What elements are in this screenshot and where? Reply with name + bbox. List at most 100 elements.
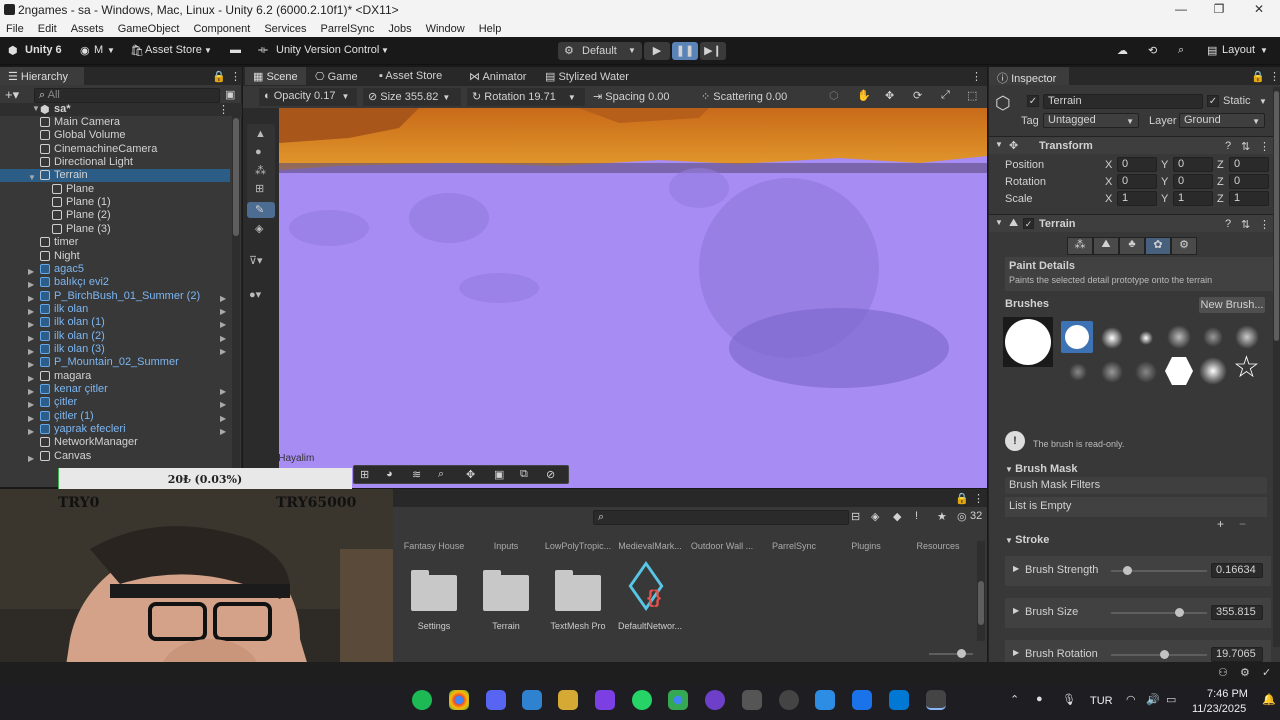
hierarchy-item[interactable]: NetworkManager [0,436,230,449]
chrome-icon[interactable] [449,690,469,710]
chrome-profile-icon[interactable] [668,690,688,710]
close-button[interactable]: ✕ [1244,2,1274,18]
paint-texture-icon[interactable]: ● [255,146,262,158]
active-checkbox[interactable]: ✓ [1027,95,1039,107]
spotify-icon[interactable] [412,690,432,710]
sculpt-icon[interactable]: ⛰ [1093,237,1119,255]
transform-header[interactable]: ▼ ✥ Transform ? ⇅ ⋮ [989,136,1280,154]
transform-y-field[interactable]: 1 [1173,191,1213,206]
save-icon[interactable]: ▣ [494,468,504,481]
grid-icon[interactable]: ⊞ [360,468,369,481]
save-search-icon[interactable]: ⊟ [851,510,860,523]
stroke-header[interactable]: ▼ Stroke [1005,534,1049,546]
opacity-dropdown[interactable]: ◐ Opacity 0.17 ▼ [259,88,357,106]
scrollbar-thumb[interactable] [1274,91,1279,341]
preset-icon[interactable]: ⇅ [1241,140,1250,153]
history-icon[interactable]: ⟲ [1148,44,1157,57]
tag-dropdown[interactable]: Untagged ▼ [1043,113,1139,128]
remove-filter-button[interactable]: − [1239,517,1246,531]
hierarchy-item[interactable]: Plane (1) [0,196,230,209]
project-folder-label[interactable]: LowPolyTropic... [543,541,613,551]
menu-services[interactable]: Services [264,23,306,35]
visibility-icon[interactable]: ◎ [957,510,967,523]
scrollbar-thumb[interactable] [233,118,239,236]
layout-dropdown[interactable]: Layout [1222,44,1255,56]
warning-icon[interactable]: ! [915,510,918,522]
brush-rotation-slider[interactable] [1111,650,1207,659]
chevron-down-icon[interactable]: ▼ [1259,97,1267,106]
move-tool-icon[interactable]: ✥ [885,89,894,102]
brush-cloud[interactable] [1167,325,1191,349]
layer-dropdown[interactable]: Ground ▼ [1179,113,1265,128]
hierarchy-item[interactable]: Main Camera [0,116,230,129]
grid-icon[interactable]: ⊞ [255,182,264,195]
hierarchy-item[interactable]: ▶ yaprak efecleri ▶ [0,423,230,436]
fold-arrow-icon[interactable]: ▶ [1013,606,1019,615]
brush-star[interactable]: ☆ [1233,353,1260,383]
github-icon[interactable] [705,690,725,710]
tab-game[interactable]: ⎔ Game [315,70,358,83]
fold-arrow-icon[interactable]: ▶ [1013,564,1019,573]
object-name-field[interactable]: Terrain [1043,94,1203,109]
brush-soft[interactable] [1101,327,1123,349]
help-icon[interactable]: ? [1225,140,1231,152]
scene-viewport[interactable]: 1.25cc Motor Hayalim [279,108,987,488]
hierarchy-item[interactable]: ▶ P_BirchBush_01_Summer (2) ▶ [0,290,230,303]
hierarchy-item[interactable]: ▼ Terrain [0,169,230,183]
unity-version-button[interactable]: Unity 6 [25,44,62,56]
rotation-dropdown[interactable]: ↻ Rotation 19.71 ▼ [467,88,585,106]
volume-icon[interactable]: 🔊 [1146,693,1160,706]
hierarchy-scrollbar[interactable] [232,116,240,486]
app-icon[interactable] [815,690,835,710]
menu-help[interactable]: Help [479,23,502,35]
more-icon[interactable]: ⋮ [971,70,982,83]
menu-icon[interactable]: ▬ [230,44,241,56]
paint-details-icon[interactable]: ✿ [1145,237,1171,255]
project-folder-label[interactable]: ParrelSync [759,541,829,551]
hierarchy-item[interactable]: ▶ çitler (1) ▶ [0,410,230,423]
trees-icon[interactable]: ⁂ [255,164,266,177]
add-button[interactable]: +▾ [5,87,19,103]
hierarchy-item[interactable]: ▶ balıkçı evi2 [0,276,230,289]
tab-scene[interactable]: ▦ Scene [245,67,306,85]
layout-mode-dropdown[interactable]: ⚙ Default ▼ [558,42,642,60]
preset-icon[interactable]: ⇅ [1241,218,1250,231]
vscode-icon[interactable] [889,690,909,710]
hierarchy-search-input[interactable]: ⌕ All [34,88,220,103]
clock-time[interactable]: 7:46 PM [1207,688,1248,700]
scale-tool-icon[interactable]: ⤢ [941,89,950,102]
menu-file[interactable]: File [6,23,24,35]
brush-size-slider[interactable] [1111,608,1207,617]
slider-handle[interactable] [1175,608,1185,617]
search-icon[interactable]: ⌕ [1178,44,1184,57]
project-item[interactable]: TextMesh Pro [543,569,613,639]
menu-window[interactable]: Window [426,23,465,35]
terrain-enabled-checkbox[interactable]: ✓ [1023,218,1034,229]
brush-rotation-field[interactable]: 19.7065 [1211,647,1263,662]
hierarchy-item[interactable]: timer [0,236,230,249]
language-indicator[interactable]: TUR [1090,695,1113,707]
hierarchy-item[interactable]: ▶ çitler ▶ [0,396,230,409]
layers-icon[interactable]: ≋ [412,468,421,481]
new-brush-button[interactable]: New Brush... [1199,297,1265,313]
project-item[interactable]: Terrain [471,569,541,639]
wifi-icon[interactable]: ◠ [1126,693,1136,706]
label-icon[interactable]: ◆ [893,510,901,523]
tab-inspector[interactable]: ⓘ Inspector [989,67,1069,85]
paint-icon[interactable]: ◕ [386,468,393,480]
more-icon[interactable]: ⋮ [1259,140,1270,153]
brush-hexagon[interactable] [1165,357,1193,385]
project-folder-label[interactable]: Outdoor Wall ... [687,541,757,551]
add-filter-button[interactable]: + [1217,517,1224,531]
hierarchy-item[interactable]: ▶ ilk olan (2) ▶ [0,330,230,343]
step-button[interactable]: ▶❙ [700,42,726,60]
static-checkbox[interactable]: ✓ [1207,95,1219,107]
raise-terrain-icon[interactable]: ▲ [255,128,266,140]
unity-taskbar-icon[interactable] [926,690,946,710]
hierarchy-item[interactable]: ▶ P_Mountain_02_Summer [0,356,230,369]
paint-trees-icon[interactable]: ♣ [1119,237,1145,255]
menu-edit[interactable]: Edit [38,23,57,35]
help-icon[interactable]: ? [1225,218,1231,230]
scattering-field[interactable]: ⁘ Scattering 0.00 [701,90,787,103]
hierarchy-item[interactable]: ▶ agac5 [0,263,230,276]
